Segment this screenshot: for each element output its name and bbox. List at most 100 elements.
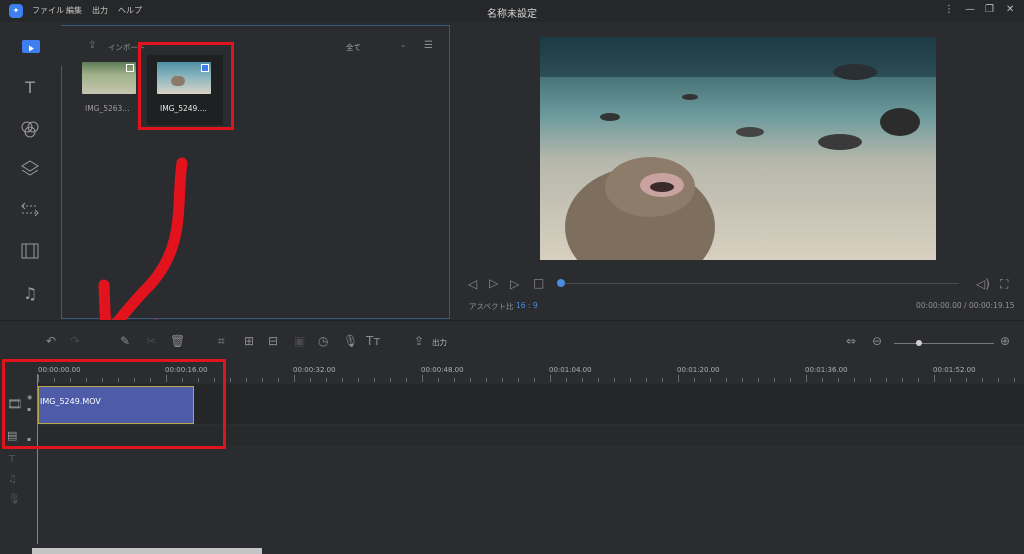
text-track-icon: T — [9, 454, 16, 465]
ruler-time: 00:01:20.00 — [677, 366, 720, 374]
fit-timeline-icon[interactable]: ⇔ — [846, 334, 856, 348]
ruler-tick — [934, 375, 935, 382]
text-icon[interactable]: T — [18, 76, 42, 100]
close-icon[interactable]: ✕ — [1006, 4, 1014, 15]
zoom-slider-track[interactable] — [894, 343, 994, 344]
filter-icon[interactable] — [18, 118, 42, 142]
undo-icon[interactable]: ↶ — [46, 334, 56, 348]
playback-progress-track[interactable] — [561, 283, 959, 284]
ruler-tick — [614, 378, 615, 382]
redo-icon[interactable]: ↷ — [70, 334, 80, 348]
music-track-icon: ♫ — [8, 474, 17, 485]
checkbox-icon[interactable] — [126, 64, 134, 72]
play-icon[interactable]: ▷ — [489, 276, 498, 290]
import-icon[interactable]: ⇪ — [88, 40, 96, 51]
ruler-tick — [310, 378, 311, 382]
ruler-tick — [758, 378, 759, 382]
ruler-tick — [854, 378, 855, 382]
overlay-icon[interactable] — [18, 158, 42, 182]
ruler-tick — [822, 378, 823, 382]
ruler-tick — [838, 378, 839, 382]
media-thumbnail-1[interactable] — [82, 62, 136, 94]
time-display: 00:00:00.00 / 00:00:19.15 — [916, 301, 1015, 310]
zoom-in-icon[interactable]: ⊕ — [1000, 334, 1010, 348]
ruler-tick — [998, 378, 999, 382]
ruler-tick — [486, 378, 487, 382]
ruler-tick — [694, 378, 695, 382]
delete-icon[interactable]: 🗑 — [170, 334, 185, 348]
mosaic-icon[interactable]: ⊟ — [268, 334, 278, 348]
fullscreen-icon[interactable]: ⛶ — [1000, 277, 1008, 292]
mic-icon[interactable]: 🎙 — [343, 334, 358, 348]
chevron-down-icon[interactable]: ⌄ — [400, 40, 406, 49]
annotation-box-media — [138, 42, 234, 130]
ruler-tick — [470, 378, 471, 382]
ruler-tick — [790, 378, 791, 382]
ruler-tick — [390, 378, 391, 382]
ruler-tick — [566, 378, 567, 382]
ruler-tick — [518, 378, 519, 382]
zoom-slider-handle[interactable] — [916, 340, 922, 346]
minimize-icon[interactable]: — — [965, 4, 975, 15]
ruler-tick — [1014, 378, 1015, 382]
ruler-tick — [550, 375, 551, 382]
ruler-tick — [902, 378, 903, 382]
stop-icon[interactable]: □ — [533, 276, 544, 290]
video-preview[interactable] — [540, 37, 936, 260]
split-icon[interactable]: ✂ — [146, 334, 156, 348]
aspect-label: アスペクト比 — [469, 302, 514, 311]
prev-frame-icon[interactable]: ◁ — [468, 277, 477, 291]
ruler-tick — [342, 378, 343, 382]
ruler-tick — [742, 378, 743, 382]
ruler-tick — [710, 378, 711, 382]
mic-track-icon: 🎙 — [8, 494, 21, 505]
export-label[interactable]: 出力 — [432, 337, 447, 348]
ruler-tick — [262, 378, 263, 382]
export-icon[interactable]: ⇪ — [414, 334, 424, 348]
transition-icon[interactable] — [18, 198, 42, 222]
ruler-tick — [278, 378, 279, 382]
filter-dropdown[interactable]: 全て — [346, 42, 361, 53]
ruler-tick — [678, 375, 679, 382]
film-element-icon[interactable] — [18, 240, 42, 264]
zoom-out-icon[interactable]: ⊖ — [872, 334, 882, 348]
edit-pencil-icon[interactable]: ✎ — [120, 334, 130, 348]
ruler-tick — [886, 378, 887, 382]
ruler-tick — [294, 375, 295, 382]
restore-icon[interactable]: ❐ — [985, 4, 994, 15]
ruler-tick — [806, 375, 807, 382]
annotation-box-timeline — [2, 359, 226, 449]
ruler-tick — [774, 378, 775, 382]
ruler-tick — [406, 378, 407, 382]
more-menu-icon[interactable]: ⋮ — [944, 4, 954, 15]
lower-tracks[interactable] — [0, 446, 1024, 546]
ruler-tick — [646, 378, 647, 382]
ruler-tick — [230, 378, 231, 382]
ruler-tick — [454, 378, 455, 382]
zoom-crop-icon[interactable]: ⊞ — [244, 334, 254, 348]
annotation-arrow — [98, 157, 188, 341]
list-view-icon[interactable]: ☰ — [424, 40, 433, 51]
ruler-tick — [726, 378, 727, 382]
window-title: 名称未設定 — [487, 9, 537, 20]
ruler-time: 00:00:48.00 — [421, 366, 464, 374]
ruler-tick — [582, 378, 583, 382]
aspect-value[interactable]: 16 : 9 — [516, 301, 538, 310]
ruler-tick — [966, 378, 967, 382]
volume-icon[interactable]: ◁) — [976, 277, 990, 291]
playback-progress-handle[interactable] — [557, 279, 565, 287]
tab-media[interactable] — [0, 26, 62, 66]
freeze-icon[interactable]: ▣ — [294, 334, 305, 348]
speed-clock-icon[interactable]: ◷ — [318, 334, 328, 348]
horizontal-scrollbar[interactable] — [32, 548, 262, 554]
ruler-tick — [662, 378, 663, 382]
ruler-tick — [502, 378, 503, 382]
music-icon[interactable]: ♫ — [18, 282, 42, 306]
ruler-time: 00:01:36.00 — [805, 366, 848, 374]
media-play-icon — [22, 40, 40, 53]
crop-icon[interactable]: ⌗ — [218, 334, 225, 349]
next-frame-icon[interactable]: ▷ — [510, 277, 519, 291]
media-label-1: IMG_5263... — [85, 104, 130, 113]
text-to-speech-icon[interactable]: Tᴛ — [366, 334, 380, 348]
ruler-tick — [358, 378, 359, 382]
